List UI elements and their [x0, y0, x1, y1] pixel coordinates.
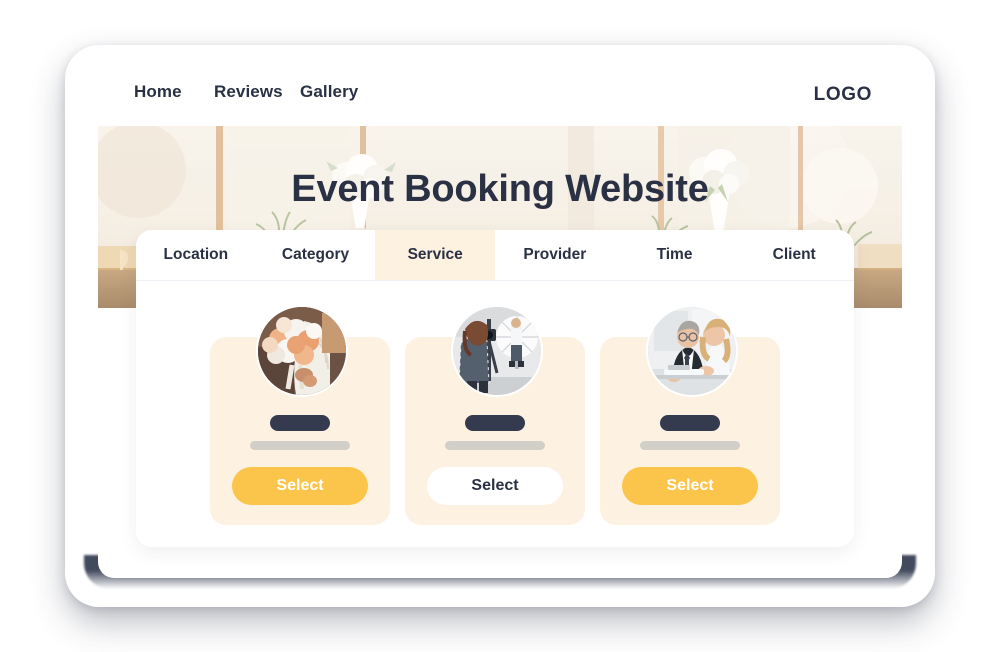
tab-service[interactable]: Service	[375, 230, 496, 280]
service-avatar-consultation	[646, 305, 738, 397]
tab-category[interactable]: Category	[255, 230, 376, 280]
service-title-placeholder	[270, 415, 330, 431]
service-card-list: Select Select Select	[136, 281, 854, 547]
service-card[interactable]: Select	[210, 305, 390, 525]
service-avatar-photographer	[451, 305, 543, 397]
step-tabs: Location Category Service Provider Time …	[136, 230, 854, 281]
tab-location[interactable]: Location	[136, 230, 256, 280]
service-card[interactable]: Select	[405, 305, 585, 525]
browser-screen: Home Reviews Gallery LOGO Event Booking …	[98, 62, 902, 578]
tab-provider[interactable]: Provider	[495, 230, 615, 280]
service-subtitle-placeholder	[640, 441, 740, 450]
top-navigation-bar: Home Reviews Gallery LOGO	[98, 62, 902, 126]
service-subtitle-placeholder	[250, 441, 350, 450]
service-title-placeholder	[465, 415, 525, 431]
page-title: Event Booking Website	[291, 168, 709, 210]
nav-item-reviews[interactable]: Reviews	[214, 82, 283, 102]
booking-steps-panel: Location Category Service Provider Time …	[136, 230, 854, 547]
service-title-placeholder	[660, 415, 720, 431]
select-button[interactable]: Select	[232, 467, 368, 505]
tab-time[interactable]: Time	[614, 230, 735, 280]
nav-item-home[interactable]: Home	[134, 82, 182, 102]
brand-logo[interactable]: LOGO	[814, 84, 872, 106]
service-card[interactable]: Select	[600, 305, 780, 525]
select-button[interactable]: Select	[427, 467, 563, 505]
service-subtitle-placeholder	[445, 441, 545, 450]
tab-client[interactable]: Client	[734, 230, 854, 280]
service-avatar-bride	[256, 305, 348, 397]
select-button[interactable]: Select	[622, 467, 758, 505]
nav-item-gallery[interactable]: Gallery	[300, 82, 358, 102]
